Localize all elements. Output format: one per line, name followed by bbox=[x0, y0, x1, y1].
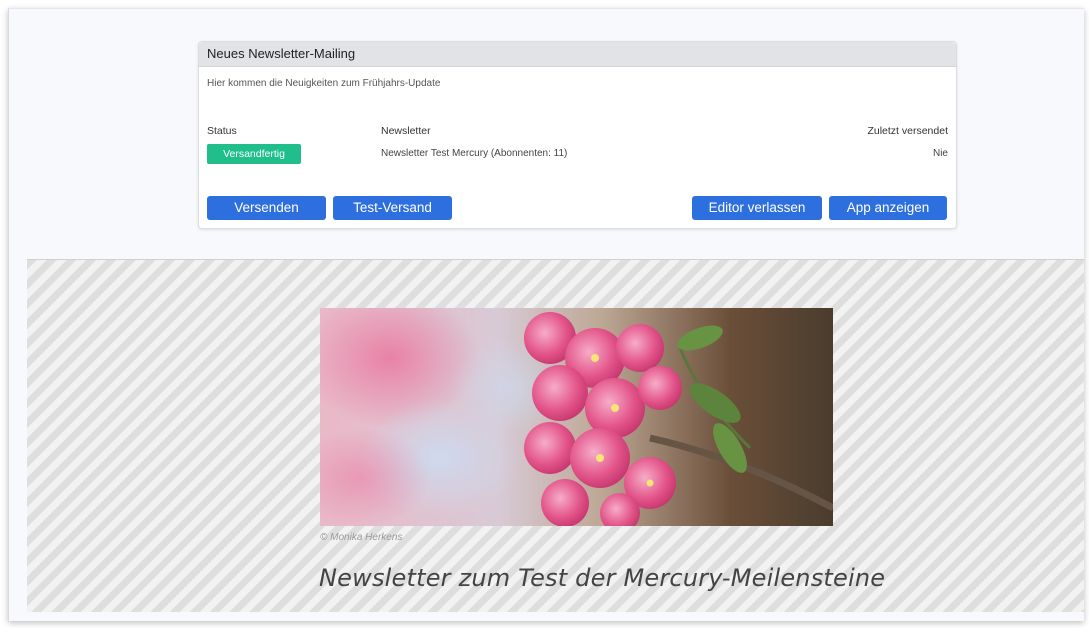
blossom-image-icon bbox=[320, 308, 833, 526]
newsletter-value: Newsletter Test Mercury (Abonnenten: 11) bbox=[381, 148, 568, 159]
last-sent-column-header: Zuletzt versendet bbox=[867, 125, 948, 137]
image-credit: © Monika Herkens bbox=[320, 532, 403, 543]
show-app-button[interactable]: App anzeigen bbox=[829, 196, 947, 220]
newsletter-preview: © Monika Herkens Newsletter zum Test der… bbox=[27, 259, 1084, 612]
mailing-title: Neues Newsletter-Mailing bbox=[199, 42, 956, 67]
newsletter-headline: Newsletter zum Test der Mercury-Meilenst… bbox=[319, 564, 886, 592]
status-column-header: Status bbox=[207, 125, 237, 137]
mailing-panel: Neues Newsletter-Mailing Hier kommen die… bbox=[198, 41, 957, 229]
app-window: Neues Newsletter-Mailing Hier kommen die… bbox=[8, 8, 1084, 621]
status-badge: Versandfertig bbox=[207, 144, 301, 164]
mailing-subject: Hier kommen die Neuigkeiten zum Frühjahr… bbox=[207, 78, 441, 89]
newsletter-column-header: Newsletter bbox=[381, 125, 431, 137]
leave-editor-button[interactable]: Editor verlassen bbox=[692, 196, 822, 220]
hero-image bbox=[320, 308, 833, 526]
test-send-button[interactable]: Test-Versand bbox=[333, 196, 452, 220]
send-button[interactable]: Versenden bbox=[207, 196, 326, 220]
last-sent-value: Nie bbox=[932, 148, 948, 159]
